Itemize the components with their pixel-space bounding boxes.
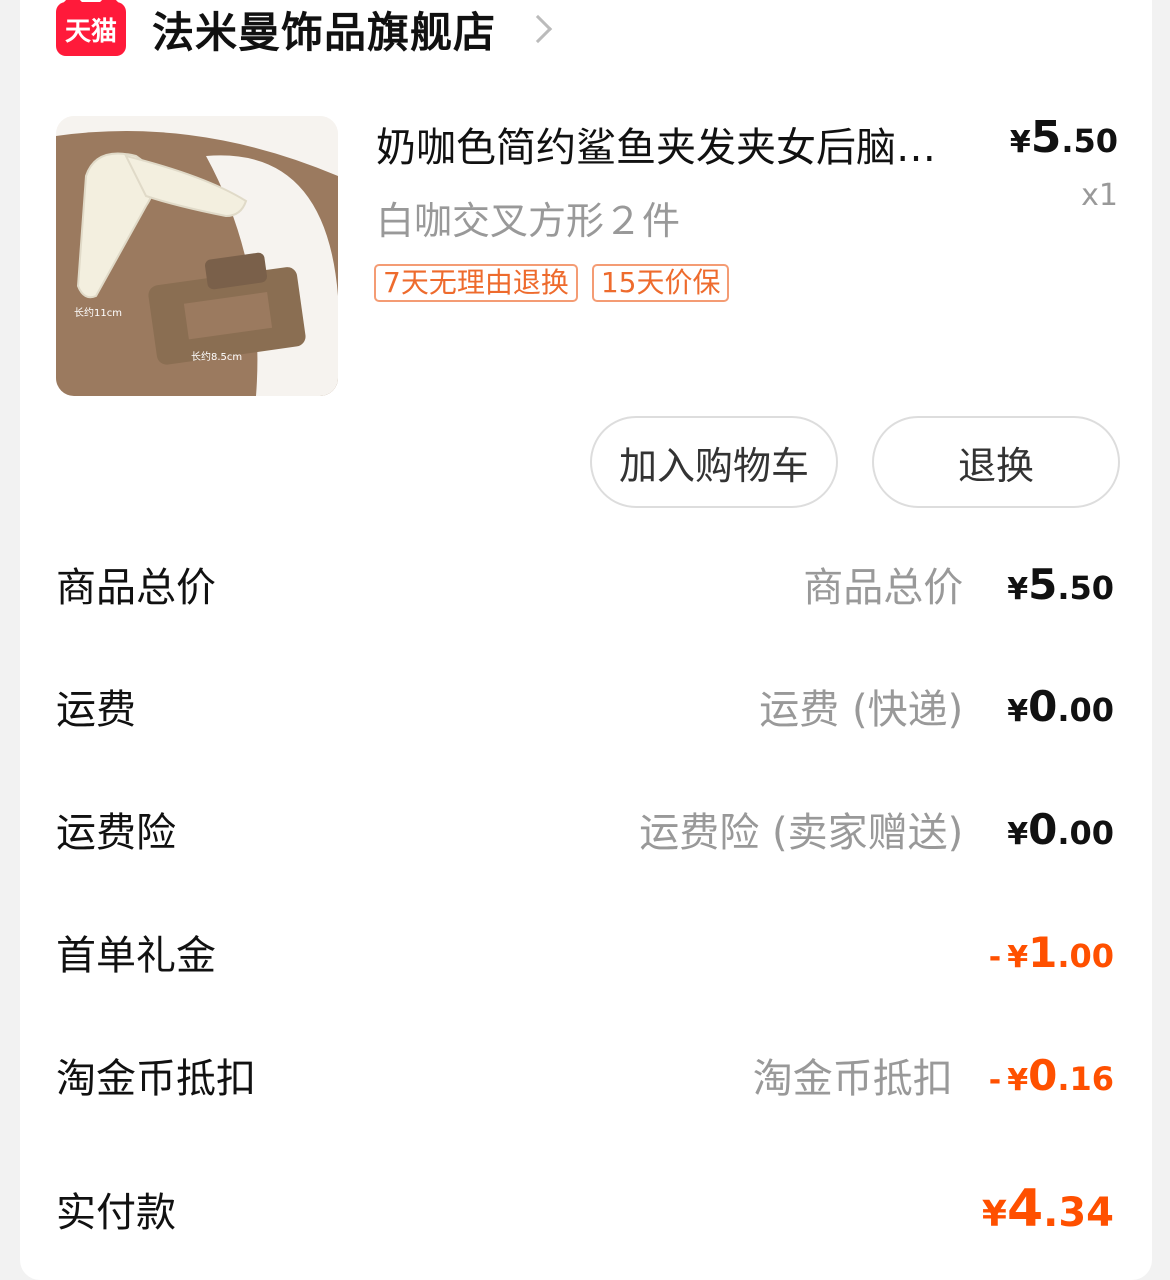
service-tags: 7天无理由退换 15天价保 — [374, 264, 730, 302]
amount-dec: .16 — [1057, 1059, 1114, 1098]
row-label: 运费 — [56, 687, 136, 733]
amount-int: 1 — [1028, 927, 1058, 977]
minus-sign: - — [988, 939, 1002, 975]
product-image[interactable]: 长约11cm 长约8.5cm — [56, 116, 338, 396]
tag-price-protect: 15天价保 — [591, 264, 730, 302]
product-price: ¥5.50 — [1010, 112, 1118, 163]
price-dec: .50 — [1061, 122, 1118, 160]
row-desc: 运费 (快递) — [759, 687, 964, 733]
row-label: 淘金币抵扣 — [56, 1056, 256, 1102]
product-variant: 白咖交叉方形２件 — [376, 199, 681, 243]
summary-row-subtotal: 商品总价 商品总价 ¥5.50 — [56, 554, 1114, 614]
amount-dec: .50 — [1057, 568, 1114, 607]
store-name[interactable]: 法米曼饰品旗舰店 — [152, 0, 496, 60]
currency-symbol: ¥ — [1007, 571, 1029, 607]
currency-symbol: ¥ — [1007, 816, 1029, 852]
row-label: 首单礼金 — [56, 933, 216, 979]
currency-symbol: ¥ — [1007, 939, 1029, 975]
product-title[interactable]: 奶咖色简约鲨鱼夹发夹女后脑勺抓夹 — [376, 115, 966, 173]
summary-row-shipping-insurance: 运费险 运费险 (卖家赠送) ¥0.00 — [56, 799, 1114, 859]
row-amount: - ¥1.00 — [989, 928, 1114, 977]
amount-dec: .34 — [1043, 1190, 1114, 1236]
row-label: 商品总价 — [56, 565, 216, 611]
add-to-cart-button[interactable]: 加入购物车 — [590, 416, 838, 508]
tmall-logo-icon: 天猫 — [56, 2, 126, 56]
summary-row-coin-deduction: 淘金币抵扣 淘金币抵扣 - ¥0.16 — [56, 1045, 1114, 1105]
amount-int: 5 — [1028, 559, 1058, 609]
row-amount: ¥5.50 — [1007, 560, 1114, 609]
amount-int: 4 — [1006, 1179, 1044, 1239]
summary-row-first-order-gift: 首单礼金 - ¥1.00 — [56, 922, 1114, 982]
amount-dec: .00 — [1057, 936, 1114, 975]
store-header[interactable]: 天猫 法米曼饰品旗舰店 — [56, 0, 553, 60]
currency-symbol: ¥ — [1007, 1062, 1029, 1098]
hair-clip-image: 长约11cm 长约8.5cm — [56, 116, 338, 396]
row-desc: 商品总价 — [803, 565, 964, 611]
currency-symbol: ¥ — [981, 1194, 1007, 1235]
summary-row-shipping: 运费 运费 (快递) ¥0.00 — [56, 676, 1114, 736]
chevron-right-icon[interactable] — [523, 14, 553, 44]
amount-int: 0 — [1028, 681, 1058, 731]
product-quantity: x1 — [1081, 178, 1118, 213]
summary-row-total: 实付款 ¥4.34 — [56, 1176, 1114, 1242]
order-card: 天猫 法米曼饰品旗舰店 长约11cm 长约8.5cm 奶咖色简约鲨鱼夹发夹女后脑… — [20, 0, 1152, 1280]
price-int: 5 — [1030, 112, 1062, 163]
row-desc: 淘金币抵扣 — [752, 1056, 953, 1102]
currency-symbol: ¥ — [1009, 125, 1031, 160]
amount-int: 0 — [1028, 804, 1058, 854]
row-label: 运费险 — [56, 810, 176, 856]
minus-sign: - — [988, 1062, 1002, 1098]
row-amount: ¥0.00 — [1007, 805, 1114, 854]
row-amount: ¥0.00 — [1007, 682, 1114, 731]
currency-symbol: ¥ — [1007, 693, 1029, 729]
total-amount: ¥4.34 — [982, 1179, 1114, 1239]
return-button[interactable]: 退换 — [872, 416, 1120, 508]
size-label-1: 长约11cm — [74, 306, 122, 319]
tag-return: 7天无理由退换 — [374, 264, 578, 302]
row-amount: - ¥0.16 — [989, 1051, 1114, 1100]
amount-dec: .00 — [1057, 690, 1114, 729]
total-label: 实付款 — [56, 1190, 176, 1236]
amount-dec: .00 — [1057, 813, 1114, 852]
size-label-2: 长约8.5cm — [191, 350, 242, 363]
amount-int: 0 — [1028, 1050, 1058, 1100]
row-desc: 运费险 (卖家赠送) — [639, 810, 964, 856]
